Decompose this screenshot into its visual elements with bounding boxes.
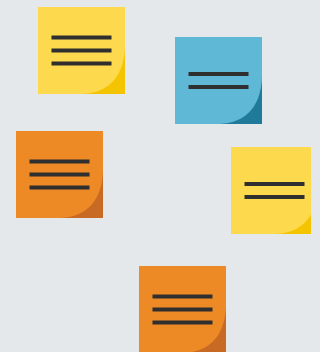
sticky-note-orange-left [16, 131, 103, 218]
note-paper [231, 147, 311, 234]
note-paper [175, 37, 262, 124]
sticky-note-yellow-top-left [38, 7, 125, 94]
note-text-line [29, 172, 90, 177]
note-text-line [152, 294, 213, 299]
note-text-line [188, 85, 249, 89]
note-text-line [244, 195, 305, 199]
sticky-note-icon [38, 7, 125, 94]
sticky-note-orange-bottom [139, 266, 226, 352]
note-text-line [188, 72, 249, 76]
sticky-notes-canvas [0, 0, 311, 352]
sticky-note-blue [175, 37, 262, 124]
sticky-note-yellow-right [231, 147, 311, 234]
note-text-line [51, 48, 112, 53]
note-text-line [51, 61, 112, 66]
note-text-line [29, 185, 90, 190]
note-text-line [152, 307, 213, 312]
sticky-note-icon [231, 147, 311, 234]
sticky-note-icon [175, 37, 262, 124]
sticky-note-icon [16, 131, 103, 218]
note-text-line [29, 159, 90, 164]
note-text-line [51, 35, 112, 40]
sticky-note-icon [139, 266, 226, 352]
note-text-line [244, 182, 305, 186]
note-text-line [152, 320, 213, 325]
